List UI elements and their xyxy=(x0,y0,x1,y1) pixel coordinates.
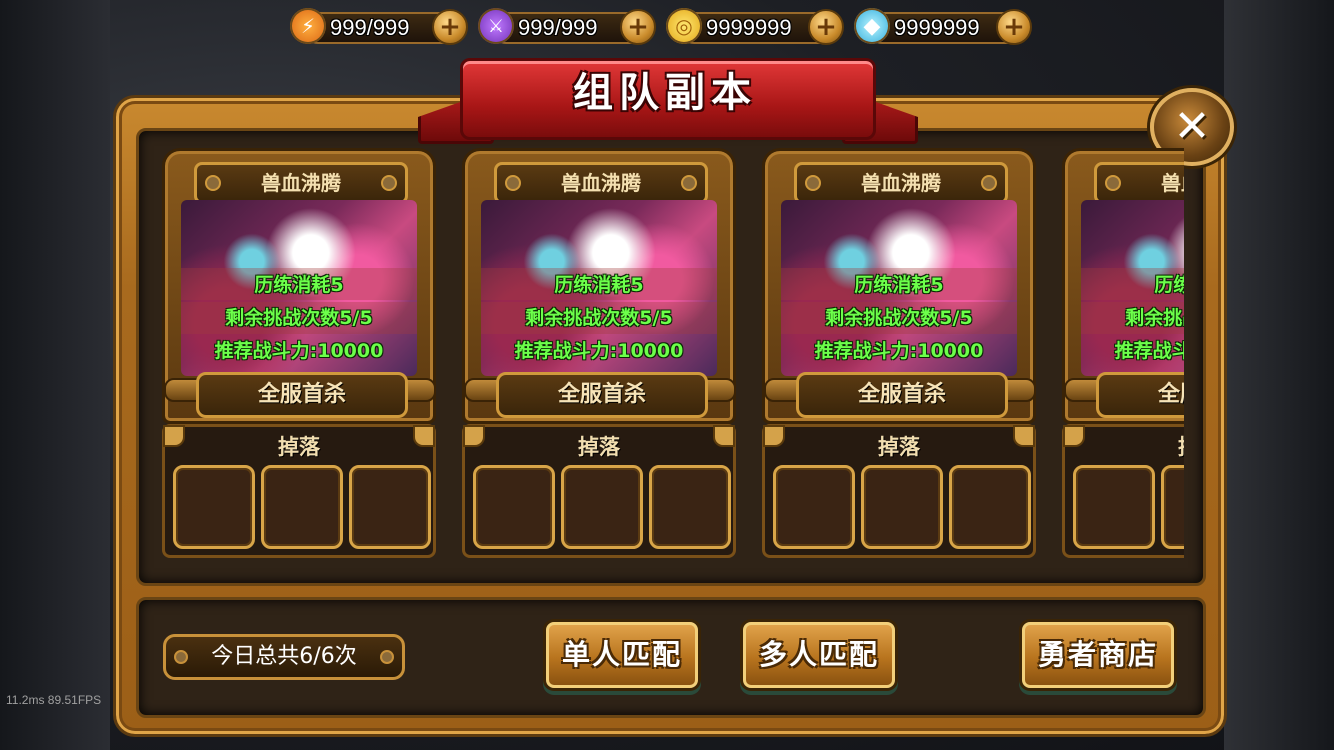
server-first-kill-button[interactable]: 全服首杀 xyxy=(1096,372,1184,418)
page-title: 组队副本 xyxy=(573,70,757,116)
diamond-icon: ◆ xyxy=(854,8,890,44)
server-first-kill-button[interactable]: 全服首杀 xyxy=(796,372,1008,418)
drop-panel: 掉落 xyxy=(462,424,736,558)
drop-slot[interactable] xyxy=(1161,465,1184,549)
dungeon-card[interactable]: 兽血沸腾 历练消耗5 剩余挑战次数5/5 推荐战斗力:10000 全服首杀 掉落 xyxy=(450,140,736,560)
dungeon-name: 兽血沸腾 xyxy=(861,171,941,195)
wing-ornament-left xyxy=(1064,378,1100,402)
drop-title: 掉落 xyxy=(878,435,920,459)
recommended-power: 推荐战斗力:10000 xyxy=(814,340,984,362)
recommended-power: 推荐战斗力:10000 xyxy=(1114,340,1184,362)
experience-cost: 历练消耗5 xyxy=(1154,274,1184,296)
solo-match-button[interactable]: 单人匹配 xyxy=(546,622,698,688)
dungeon-name: 兽血沸腾 xyxy=(261,171,341,195)
drop-slot[interactable] xyxy=(1073,465,1155,549)
drop-slot[interactable] xyxy=(349,465,431,549)
boss-portrait: 历练消耗5 剩余挑战次数5/5 推荐战斗力:10000 xyxy=(1081,200,1184,376)
dungeon-card[interactable]: 兽血沸腾 历练消耗5 剩余挑战次数5/5 推荐战斗力:10000 全服首杀 掉落 xyxy=(150,140,436,560)
drop-slot[interactable] xyxy=(949,465,1031,549)
drop-title: 掉落 xyxy=(578,435,620,459)
background-left xyxy=(0,0,110,750)
diamond-value: 9999999 xyxy=(894,15,980,40)
add-diamond-button[interactable]: + xyxy=(996,9,1032,45)
dungeon-name-plate: 兽血沸腾 xyxy=(1094,162,1184,204)
experience-cost: 历练消耗5 xyxy=(254,274,344,296)
drop-slot[interactable] xyxy=(861,465,943,549)
drop-slot[interactable] xyxy=(649,465,731,549)
drop-title: 掉落 xyxy=(1065,431,1184,461)
daily-attempts-text: 今日总共6/6次 xyxy=(211,644,357,669)
dungeon-card[interactable]: 兽血沸腾 历练消耗5 剩余挑战次数5/5 推荐战斗力:10000 全服首杀 掉落 xyxy=(750,140,1036,560)
fps-counter: 11.2ms 89.51FPS xyxy=(6,693,102,707)
stamina-resource: ⚔ 999/999 + xyxy=(478,8,658,45)
energy-value: 999/999 xyxy=(330,15,410,40)
lightning-icon: ⚡ xyxy=(290,8,326,44)
background-right xyxy=(1224,0,1334,750)
boss-portrait: 历练消耗5 剩余挑战次数5/5 推荐战斗力:10000 xyxy=(481,200,717,376)
gold-coin-icon: ◎ xyxy=(666,8,702,44)
wing-ornament-left xyxy=(764,378,800,402)
drop-slot[interactable] xyxy=(561,465,643,549)
drop-panel: 掉落 xyxy=(162,424,436,558)
stamina-value: 999/999 xyxy=(518,15,598,40)
add-gold-button[interactable]: + xyxy=(808,9,844,45)
drop-slot[interactable] xyxy=(473,465,555,549)
gold-value: 9999999 xyxy=(706,15,792,40)
wing-ornament-left xyxy=(164,378,200,402)
remaining-attempts: 剩余挑战次数5/5 xyxy=(825,307,973,329)
drop-panel: 掉落 xyxy=(762,424,1036,558)
add-stamina-button[interactable]: + xyxy=(620,9,656,45)
dungeon-card-carousel[interactable]: 兽血沸腾 历练消耗5 剩余挑战次数5/5 推荐战斗力:10000 全服首杀 掉落… xyxy=(150,140,1184,570)
hero-shop-button[interactable]: 勇者商店 xyxy=(1022,622,1174,688)
dungeon-name-plate: 兽血沸腾 xyxy=(794,162,1008,204)
remaining-attempts: 剩余挑战次数5/5 xyxy=(225,307,373,329)
drop-title: 掉落 xyxy=(278,435,320,459)
dungeon-card[interactable]: 兽血沸腾 历练消耗5 剩余挑战次数5/5 推荐战斗力:10000 全服首杀 掉落 xyxy=(1050,140,1184,560)
drop-slot[interactable] xyxy=(173,465,255,549)
add-energy-button[interactable]: + xyxy=(432,9,468,45)
crossed-swords-icon: ⚔ xyxy=(478,8,514,44)
drop-slot[interactable] xyxy=(261,465,343,549)
recommended-power: 推荐战斗力:10000 xyxy=(214,340,384,362)
server-first-kill-button[interactable]: 全服首杀 xyxy=(196,372,408,418)
experience-cost: 历练消耗5 xyxy=(554,274,644,296)
remaining-attempts: 剩余挑战次数5/5 xyxy=(525,307,673,329)
dungeon-name: 兽血沸腾 xyxy=(1161,171,1184,195)
daily-attempts-badge: 今日总共6/6次 xyxy=(163,634,405,680)
wing-ornament-left xyxy=(464,378,500,402)
dungeon-name-plate: 兽血沸腾 xyxy=(494,162,708,204)
multi-match-button[interactable]: 多人匹配 xyxy=(743,622,895,688)
diamond-resource: ◆ 9999999 + xyxy=(854,8,1034,45)
remaining-attempts: 剩余挑战次数5/5 xyxy=(1125,307,1184,329)
experience-cost: 历练消耗5 xyxy=(854,274,944,296)
dungeon-name: 兽血沸腾 xyxy=(561,171,641,195)
recommended-power: 推荐战斗力:10000 xyxy=(514,340,684,362)
drop-panel: 掉落 xyxy=(1062,424,1184,558)
boss-portrait: 历练消耗5 剩余挑战次数5/5 推荐战斗力:10000 xyxy=(181,200,417,376)
boss-portrait: 历练消耗5 剩余挑战次数5/5 推荐战斗力:10000 xyxy=(781,200,1017,376)
dungeon-name-plate: 兽血沸腾 xyxy=(194,162,408,204)
gold-resource: ◎ 9999999 + xyxy=(666,8,846,45)
energy-resource: ⚡ 999/999 + xyxy=(290,8,470,45)
drop-slot[interactable] xyxy=(773,465,855,549)
server-first-kill-button[interactable]: 全服首杀 xyxy=(496,372,708,418)
